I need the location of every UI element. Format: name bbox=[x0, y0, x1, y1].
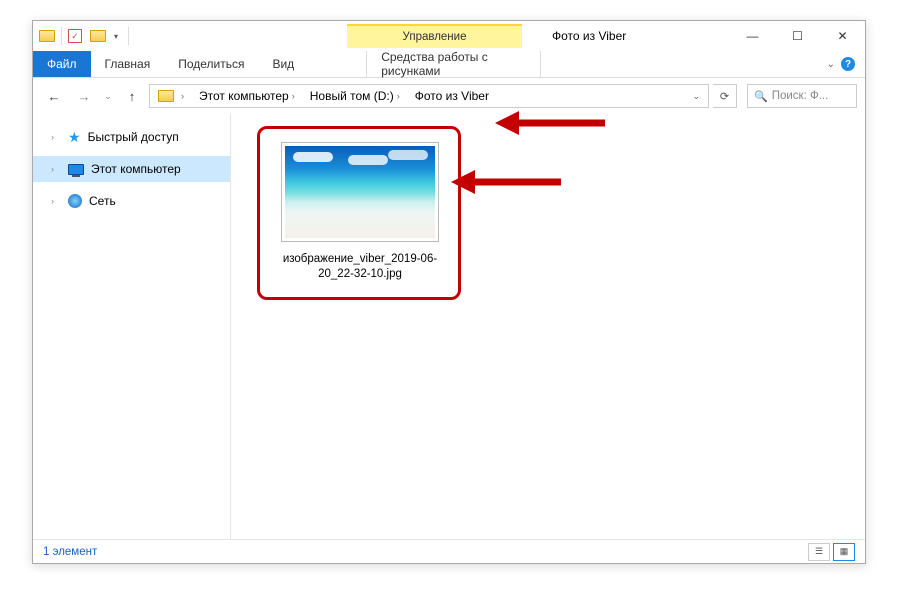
close-button[interactable]: ✕ bbox=[820, 21, 865, 51]
file-name-label[interactable]: изображение_viber_2019-06-20_22-32-10.jp… bbox=[265, 252, 455, 282]
sidebar-item-label: Этот компьютер bbox=[91, 162, 181, 176]
tab-home[interactable]: Главная bbox=[91, 51, 165, 77]
maximize-button[interactable]: ☐ bbox=[775, 21, 820, 51]
network-icon bbox=[68, 194, 82, 208]
image-preview bbox=[285, 146, 435, 238]
sidebar-item-network[interactable]: › Сеть bbox=[33, 188, 230, 214]
breadcrumb-segment[interactable]: Новый том (D:) bbox=[310, 89, 394, 103]
nav-recent-dropdown[interactable]: ⌄ bbox=[101, 83, 115, 109]
minimize-button[interactable]: — bbox=[730, 21, 775, 51]
nav-up-button[interactable]: ↑ bbox=[119, 83, 145, 109]
expand-icon[interactable]: › bbox=[51, 132, 61, 142]
status-item-count: 1 элемент bbox=[43, 546, 97, 558]
chevron-right-icon: › bbox=[394, 91, 403, 101]
address-bar[interactable]: › Этот компьютер› Новый том (D:)› Фото и… bbox=[149, 84, 709, 108]
window-title: Фото из Viber bbox=[552, 29, 626, 43]
sidebar-item-this-pc[interactable]: › Этот компьютер bbox=[33, 156, 230, 182]
tab-share[interactable]: Поделиться bbox=[164, 51, 258, 77]
expand-icon[interactable]: › bbox=[51, 196, 61, 206]
contextual-tab-header: Управление bbox=[347, 24, 522, 48]
file-thumbnail[interactable] bbox=[281, 142, 439, 242]
drive-icon bbox=[158, 90, 174, 102]
folder-icon bbox=[90, 30, 106, 42]
nav-forward-button: → bbox=[71, 83, 97, 109]
chevron-right-icon: › bbox=[178, 91, 187, 101]
refresh-button[interactable]: ⟳ bbox=[713, 84, 737, 108]
sidebar-item-quick-access[interactable]: › ★ Быстрый доступ bbox=[33, 124, 230, 150]
tab-picture-tools[interactable]: Средства работы с рисунками bbox=[366, 51, 541, 77]
sidebar-item-label: Сеть bbox=[89, 194, 116, 208]
computer-icon bbox=[68, 164, 84, 175]
search-placeholder: Поиск: Ф... bbox=[772, 90, 829, 102]
breadcrumb-segment[interactable]: Фото из Viber bbox=[415, 89, 489, 103]
search-icon: 🔍 bbox=[754, 90, 768, 103]
qat-checkbox-icon[interactable]: ✓ bbox=[68, 29, 82, 43]
annotation-arrow bbox=[451, 162, 571, 202]
address-dropdown-icon[interactable]: ⌄ bbox=[686, 91, 706, 102]
navigation-pane: › ★ Быстрый доступ › Этот компьютер › Се… bbox=[33, 114, 231, 539]
star-icon: ★ bbox=[68, 129, 81, 146]
help-icon[interactable]: ? bbox=[841, 57, 855, 71]
ribbon-expand-icon[interactable]: ⌄ bbox=[827, 59, 835, 70]
view-details-button[interactable]: ☰ bbox=[808, 543, 830, 561]
nav-back-button[interactable]: ← bbox=[41, 83, 67, 109]
tab-file[interactable]: Файл bbox=[33, 51, 91, 77]
folder-icon bbox=[39, 30, 55, 42]
breadcrumb-segment[interactable]: Этот компьютер bbox=[199, 89, 289, 103]
qat-dropdown-icon[interactable]: ▾ bbox=[110, 32, 122, 41]
expand-icon[interactable]: › bbox=[51, 164, 61, 174]
sidebar-item-label: Быстрый доступ bbox=[88, 130, 179, 144]
view-thumbnails-button[interactable]: ▦ bbox=[833, 543, 855, 561]
tab-view[interactable]: Вид bbox=[258, 51, 308, 77]
file-list-pane[interactable]: изображение_viber_2019-06-20_22-32-10.jp… bbox=[231, 114, 865, 539]
search-input[interactable]: 🔍 Поиск: Ф... bbox=[747, 84, 857, 108]
chevron-right-icon: › bbox=[289, 91, 298, 101]
